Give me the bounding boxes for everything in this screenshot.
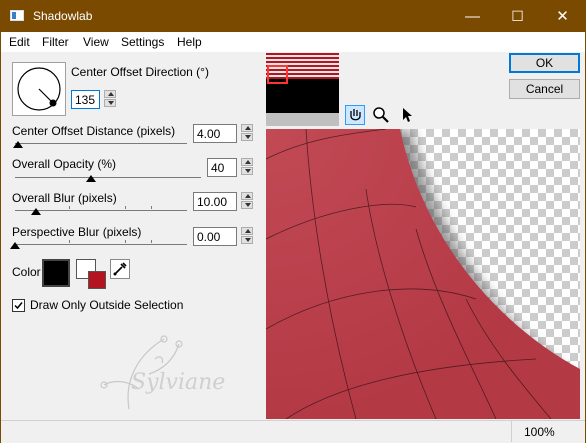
blur-slider-thumb[interactable] bbox=[31, 208, 41, 215]
window-title: Shadowlab bbox=[33, 9, 93, 23]
eyedropper-icon[interactable] bbox=[110, 259, 130, 279]
perspective-blur-slider-thumb[interactable] bbox=[10, 242, 20, 249]
opacity-input[interactable]: 40 bbox=[207, 158, 237, 177]
menu-settings[interactable]: Settings bbox=[121, 35, 164, 49]
status-divider bbox=[511, 421, 512, 442]
zoom-tool-button[interactable] bbox=[371, 105, 391, 125]
slider-tick bbox=[151, 206, 152, 209]
menu-view[interactable]: View bbox=[83, 35, 109, 49]
maximize-button[interactable]: ☐ bbox=[495, 1, 540, 32]
cancel-button[interactable]: Cancel bbox=[509, 79, 580, 99]
color-label: Color bbox=[12, 265, 41, 279]
perspective-blur-slider-track[interactable] bbox=[15, 244, 187, 245]
check-icon bbox=[14, 302, 23, 310]
perspective-blur-label: Perspective Blur (pixels) bbox=[12, 225, 142, 239]
slider-tick bbox=[125, 206, 126, 209]
menu-bar: Edit Filter View Settings Help bbox=[1, 32, 585, 52]
stepper-up-icon[interactable] bbox=[241, 124, 253, 132]
shadow-color-swatch[interactable] bbox=[42, 259, 70, 287]
distance-slider-track[interactable] bbox=[15, 143, 187, 144]
menu-help[interactable]: Help bbox=[177, 35, 202, 49]
blur-label: Overall Blur (pixels) bbox=[12, 191, 117, 205]
stepper-down-icon[interactable] bbox=[241, 167, 253, 175]
color-pair-icon[interactable] bbox=[76, 259, 106, 289]
outside-selection-label: Draw Only Outside Selection bbox=[30, 298, 184, 312]
distance-input[interactable]: 4.00 bbox=[193, 124, 237, 143]
app-icon bbox=[10, 10, 24, 21]
direction-input[interactable]: 135 bbox=[71, 90, 100, 109]
stepper-up-icon[interactable] bbox=[241, 227, 253, 235]
distance-slider-thumb[interactable] bbox=[13, 141, 23, 148]
stepper-down-icon[interactable] bbox=[241, 201, 253, 209]
watermark-text: Sylviane bbox=[131, 370, 225, 395]
hand-tool-button[interactable] bbox=[345, 105, 365, 125]
stepper-up-icon[interactable] bbox=[241, 192, 253, 200]
status-bar: 100% bbox=[1, 420, 585, 443]
close-button[interactable]: ✕ bbox=[540, 1, 585, 32]
hand-icon bbox=[350, 109, 361, 121]
distance-label: Center Offset Distance (pixels) bbox=[12, 124, 176, 138]
slider-tick bbox=[69, 240, 70, 243]
stepper-up-icon[interactable] bbox=[241, 158, 253, 166]
opacity-stepper[interactable] bbox=[241, 158, 255, 177]
distance-stepper[interactable] bbox=[241, 124, 255, 143]
menu-filter[interactable]: Filter bbox=[42, 35, 69, 49]
direction-stepper[interactable] bbox=[104, 90, 118, 109]
opacity-slider-track[interactable] bbox=[15, 177, 201, 178]
blur-input[interactable]: 10.00 bbox=[193, 192, 237, 211]
zoom-icon bbox=[373, 107, 389, 123]
zoom-level: 100% bbox=[524, 425, 555, 439]
stepper-down-icon[interactable] bbox=[241, 236, 253, 244]
ok-button[interactable]: OK bbox=[509, 53, 580, 73]
menu-edit[interactable]: Edit bbox=[9, 35, 30, 49]
shadowlab-window: Shadowlab — ☐ ✕ Edit Filter View Setting… bbox=[0, 0, 586, 443]
navigator-thumbnail[interactable] bbox=[266, 53, 339, 126]
navigator-view-rect[interactable] bbox=[267, 65, 288, 84]
arrow-icon bbox=[403, 108, 412, 122]
slider-tick bbox=[125, 240, 126, 243]
blur-stepper[interactable] bbox=[241, 192, 255, 211]
stepper-up-icon[interactable] bbox=[104, 90, 116, 98]
arrow-tool-button[interactable] bbox=[397, 105, 417, 125]
perspective-blur-input[interactable]: 0.00 bbox=[193, 227, 237, 246]
preview-canvas[interactable] bbox=[266, 129, 580, 419]
dial-icon bbox=[17, 67, 61, 111]
stepper-down-icon[interactable] bbox=[104, 99, 116, 107]
direction-label: Center Offset Direction (°) bbox=[71, 65, 209, 79]
outside-selection-checkbox[interactable] bbox=[12, 299, 25, 312]
watermark-logo: Sylviane bbox=[69, 319, 249, 419]
opacity-label: Overall Opacity (%) bbox=[12, 157, 117, 171]
stepper-down-icon[interactable] bbox=[241, 133, 253, 141]
slider-tick bbox=[151, 240, 152, 243]
title-bar: Shadowlab — ☐ ✕ bbox=[1, 1, 585, 32]
opacity-slider-thumb[interactable] bbox=[86, 175, 96, 182]
slider-tick bbox=[69, 206, 70, 209]
direction-dial[interactable] bbox=[12, 62, 66, 116]
perspective-blur-stepper[interactable] bbox=[241, 227, 255, 246]
minimize-button[interactable]: — bbox=[450, 1, 495, 32]
